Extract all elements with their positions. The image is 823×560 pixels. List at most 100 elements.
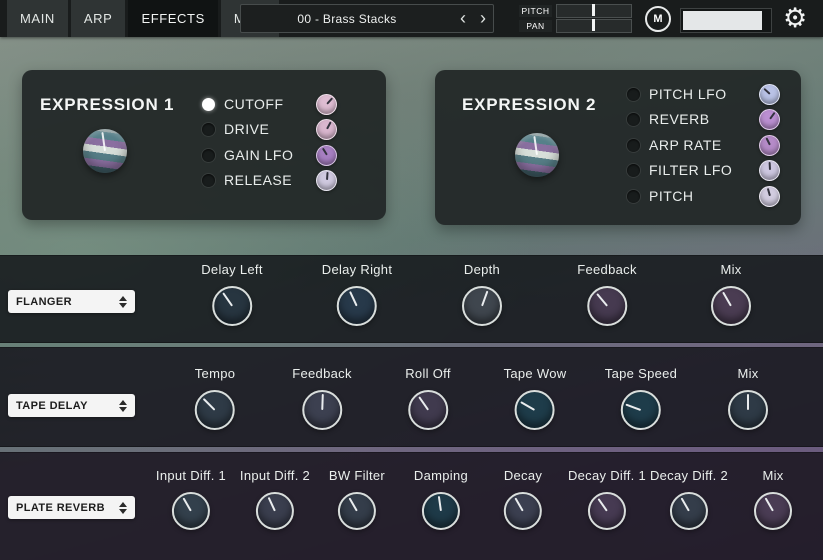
tape-delay-tape-speed-knob[interactable] [621, 390, 661, 430]
pan-slider[interactable] [556, 19, 632, 33]
fx-slot-1-selector[interactable]: FLANGER [8, 290, 135, 313]
preset-prev-icon[interactable]: ‹ [453, 6, 473, 31]
knob-label: Input Diff. 2 [240, 468, 310, 483]
reverb-input-diff-2-knob[interactable] [256, 492, 294, 530]
knob-needle [203, 398, 216, 411]
fx-slot-2-selector[interactable]: TAPE DELAY [8, 394, 135, 417]
flanger-delay-left-knob[interactable] [212, 286, 252, 326]
radio-dot[interactable] [202, 174, 215, 187]
pitch-slider[interactable] [556, 4, 632, 18]
fx-knob-group: Mix [728, 366, 768, 430]
pitch-amount-knob[interactable] [759, 186, 780, 207]
master-volume-slider[interactable] [680, 8, 772, 33]
knob-needle [765, 137, 770, 145]
fx-slot-1-name: FLANGER [16, 296, 72, 308]
target-label: FILTER LFO [649, 162, 759, 178]
reverb-decay-diff-2-knob[interactable] [670, 492, 708, 530]
tab-arp[interactable]: ARP [71, 0, 126, 37]
pan-slider-handle[interactable] [592, 19, 595, 31]
radio-dot[interactable] [627, 190, 640, 203]
target-label: DRIVE [224, 121, 316, 137]
knob-needle [481, 291, 488, 307]
fx-row-plate-reverb: PLATE REVERB Input Diff. 1 Input Diff. 2… [0, 452, 823, 560]
fx-knob-group: Tape Speed [605, 366, 677, 430]
fx-row-tape-delay: TAPE DELAY Tempo Feedback Roll Off Tape … [0, 347, 823, 447]
radio-dot[interactable] [202, 98, 215, 111]
knob-needle [769, 112, 775, 120]
tab-bar: MAIN ARP EFFECTS MOD [7, 0, 279, 37]
knob-label: Decay Diff. 2 [650, 468, 728, 483]
expression-1-knob[interactable] [83, 129, 127, 173]
settings-gear-icon[interactable]: ⚙ [783, 1, 807, 35]
knob-label: Tempo [195, 366, 236, 381]
drive-amount-knob[interactable] [316, 119, 337, 140]
knob-label: Delay Left [201, 262, 263, 277]
release-amount-knob[interactable] [316, 170, 337, 191]
knob-needle [101, 132, 106, 151]
flanger-feedback-knob[interactable] [587, 286, 627, 326]
knob-needle [222, 292, 233, 306]
preset-selector[interactable]: 00 - Brass Stacks ‹ › [240, 4, 494, 33]
knob-needle [515, 498, 524, 512]
tape-delay-feedback-knob[interactable] [302, 390, 342, 430]
cutoff-amount-knob[interactable] [316, 94, 337, 115]
pan-label: PAN [519, 20, 552, 32]
pitch-slider-handle[interactable] [592, 4, 595, 16]
tape-delay-tape-wow-knob[interactable] [515, 390, 555, 430]
tape-delay-roll-off-knob[interactable] [408, 390, 448, 430]
tab-effects[interactable]: EFFECTS [128, 0, 217, 37]
flanger-depth-knob[interactable] [462, 286, 502, 326]
knob-needle [596, 293, 608, 307]
radio-dot[interactable] [202, 123, 215, 136]
flanger-mix-knob[interactable] [711, 286, 751, 326]
arp-rate-amount-knob[interactable] [759, 135, 780, 156]
target-label: PITCH [649, 188, 759, 204]
radio-dot[interactable] [627, 113, 640, 126]
knob-label: BW Filter [329, 468, 385, 483]
flanger-delay-right-knob[interactable] [337, 286, 377, 326]
fx-knob-group: Damping [414, 468, 468, 530]
reverb-input-diff-1-knob[interactable] [172, 492, 210, 530]
fx-slot-3-selector[interactable]: PLATE REVERB [8, 496, 135, 519]
knob-needle [766, 188, 770, 196]
knob-needle [326, 172, 329, 180]
reverb-mix-knob[interactable] [754, 492, 792, 530]
radio-dot[interactable] [627, 139, 640, 152]
radio-dot[interactable] [627, 164, 640, 177]
fx-knob-group: Input Diff. 2 [240, 468, 310, 530]
plugin-window: MAIN ARP EFFECTS MOD 00 - Brass Stacks ‹… [0, 0, 823, 560]
knob-needle [626, 404, 642, 411]
reverb-amount-knob[interactable] [759, 109, 780, 130]
filter-lfo-amount-knob[interactable] [759, 160, 780, 181]
target-label: REVERB [649, 111, 759, 127]
fx-knob-group: BW Filter [329, 468, 385, 530]
tape-delay-mix-knob[interactable] [728, 390, 768, 430]
radio-dot[interactable] [627, 88, 640, 101]
fx-knob-group: Mix [754, 468, 792, 530]
reverb-decay-knob[interactable] [504, 492, 542, 530]
tab-main[interactable]: MAIN [7, 0, 68, 37]
knob-needle [681, 498, 690, 512]
knob-label: Mix [720, 262, 741, 277]
fx-knob-group: Decay Diff. 1 [568, 468, 646, 530]
target-label: GAIN LFO [224, 147, 316, 163]
knob-label: Input Diff. 1 [156, 468, 226, 483]
preset-next-icon[interactable]: › [473, 6, 493, 31]
expression-2-knob[interactable] [515, 133, 559, 177]
selector-arrows-icon [119, 296, 127, 308]
knob-needle [747, 394, 749, 410]
reverb-decay-diff-1-knob[interactable] [588, 492, 626, 530]
fx-row-flanger: FLANGER Delay Left Delay Right Depth Fee… [0, 255, 823, 343]
reverb-damping-knob[interactable] [422, 492, 460, 530]
radio-dot[interactable] [202, 149, 215, 162]
expression-1-title: EXPRESSION 1 [40, 95, 174, 115]
gain-lfo-amount-knob[interactable] [316, 145, 337, 166]
master-volume-fill [683, 11, 762, 30]
fx-slot-3-name: PLATE REVERB [16, 502, 105, 514]
knob-needle [321, 394, 324, 410]
tape-delay-tempo-knob[interactable] [195, 390, 235, 430]
pitch-lfo-amount-knob[interactable] [759, 84, 780, 105]
knob-needle [268, 497, 276, 511]
midi-button[interactable]: M [645, 6, 671, 32]
reverb-bw-filter-knob[interactable] [338, 492, 376, 530]
